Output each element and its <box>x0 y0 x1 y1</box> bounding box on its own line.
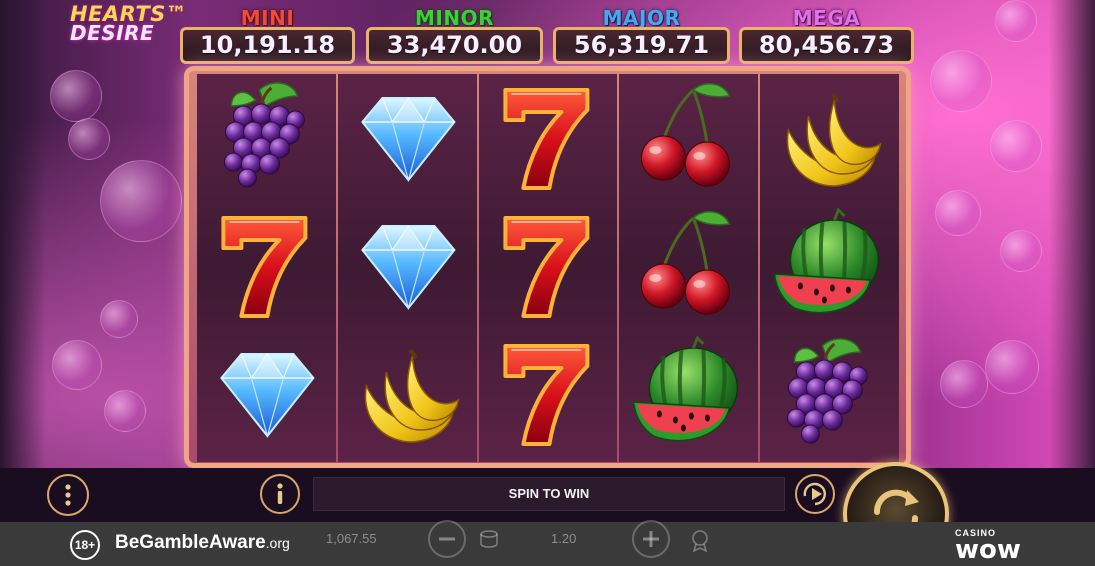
logo-line-desire: DESIRE <box>70 21 155 45</box>
bubble-heart-icon <box>995 0 1037 42</box>
coins-icon <box>480 530 498 548</box>
begambleaware-logo[interactable]: BeGambleAware.org <box>115 532 290 554</box>
award-icon <box>692 530 708 552</box>
reel-1 <box>197 74 336 462</box>
jackpot-minor: MINOR 33,470.00 <box>366 6 543 66</box>
grapes-icon <box>222 81 306 189</box>
banana-icon <box>363 348 461 444</box>
bubble-heart-icon <box>990 120 1042 172</box>
diamond-icon <box>361 225 456 309</box>
jackpot-value: 80,456.73 <box>739 27 914 64</box>
balance-value: 1,067.55 <box>326 531 377 546</box>
minus-icon <box>439 537 455 541</box>
jackpot-value: 56,319.71 <box>553 27 730 64</box>
age-label: 18+ <box>74 538 96 552</box>
bet-decrease-button[interactable] <box>428 520 466 558</box>
watermelon-icon <box>772 208 881 315</box>
game-logo: HEARTS™ DESIRE <box>66 2 187 45</box>
plus-icon <box>643 531 659 547</box>
bubble-heart-icon <box>100 300 138 338</box>
info-button[interactable] <box>260 474 300 514</box>
begambleaware-suffix: .org <box>265 535 290 551</box>
side-shade-right <box>1049 0 1095 522</box>
cherry-icon <box>640 82 732 188</box>
diamond-icon <box>361 97 456 181</box>
bet-increase-button[interactable] <box>632 520 670 558</box>
reel-4 <box>619 74 759 462</box>
jackpot-mini: MINI 10,191.18 <box>180 6 355 66</box>
bubble-heart-icon <box>930 50 992 112</box>
menu-dots-icon <box>65 484 71 506</box>
bubble-heart-icon <box>68 118 110 160</box>
grapes-icon <box>786 337 870 445</box>
bubble-heart-icon <box>985 340 1039 394</box>
diamond-icon <box>220 353 315 437</box>
seven-icon <box>502 88 589 190</box>
autoplay-button[interactable] <box>795 474 835 514</box>
menu-button[interactable] <box>47 474 89 516</box>
age-badge: 18+ <box>70 530 100 560</box>
bubble-heart-icon <box>104 390 146 432</box>
spin-to-win-banner: SPIN TO WIN <box>313 477 785 511</box>
bubble-heart-icon <box>940 360 988 408</box>
banana-icon <box>785 92 883 188</box>
begambleaware-text: BeGambleAware <box>115 532 266 553</box>
reel-2 <box>337 74 477 462</box>
wow-label: wow <box>955 535 1021 565</box>
seven-icon <box>502 344 589 446</box>
bubble-heart-icon <box>100 160 182 242</box>
autoplay-icon <box>803 482 826 506</box>
jackpot-mega: MEGA 80,456.73 <box>739 6 914 66</box>
jackpot-value: 10,191.18 <box>180 27 355 64</box>
jackpot-value: 33,470.00 <box>366 27 543 64</box>
bubble-heart-icon <box>1000 230 1042 272</box>
casino-wow-logo: CASINO wow <box>955 528 1021 565</box>
watermelon-icon <box>631 336 740 443</box>
cherry-icon <box>640 210 732 316</box>
reel-5 <box>760 74 899 462</box>
seven-icon <box>221 216 308 318</box>
bubble-heart-icon <box>50 70 102 122</box>
bet-value: 1.20 <box>551 531 577 546</box>
reels-area <box>197 74 899 462</box>
seven-icon <box>502 216 589 318</box>
bubble-heart-icon <box>935 190 981 236</box>
info-icon <box>277 483 283 504</box>
jackpot-major: MAJOR 56,319.71 <box>553 6 730 66</box>
reel-3 <box>478 74 618 462</box>
bubble-heart-icon <box>52 340 102 390</box>
side-shade-left <box>0 0 46 522</box>
